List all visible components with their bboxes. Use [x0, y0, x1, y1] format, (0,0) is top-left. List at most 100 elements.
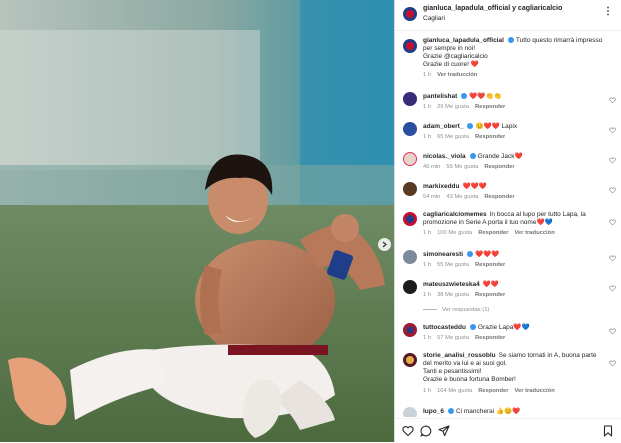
chevron-right-icon: [382, 241, 387, 248]
avatar[interactable]: [403, 212, 417, 226]
comment-likes[interactable]: 164 Me gusta: [437, 388, 472, 394]
heart-icon[interactable]: [609, 285, 616, 292]
comment-meta: 1 h 100 Me gusta Responder Ver traducción: [423, 230, 561, 236]
translate-link[interactable]: Ver traducción: [437, 72, 477, 78]
comment-body: ❤️❤️❤️: [475, 251, 500, 258]
post-author[interactable]: gianluca_lapadula_official y cagliarical…: [423, 5, 562, 12]
comment-body: Ci mancherai 👍😊❤️: [455, 408, 521, 415]
reply-button[interactable]: Responder: [478, 388, 508, 394]
comment-author[interactable]: tuttocasteddu: [423, 324, 466, 331]
comment-time: 1 h: [423, 388, 432, 394]
post-actions-bar: [395, 418, 621, 443]
comment-author[interactable]: adam_obert_: [423, 123, 463, 130]
reply-button[interactable]: Responder: [475, 262, 505, 268]
comment-text: nicolas._viola Grande Jack❤️: [423, 153, 603, 161]
comment-text: cagliaricalciomemes In bocca al lupo per …: [423, 211, 603, 227]
verified-badge-icon: [467, 251, 474, 257]
heart-icon[interactable]: [609, 219, 616, 226]
replies-divider: [423, 308, 437, 310]
comment-body: ❤️❤️❤️: [462, 183, 487, 190]
heart-icon[interactable]: [609, 255, 616, 262]
view-replies-button[interactable]: Ver respuestas (1): [423, 307, 489, 313]
caption-line2: Grazie @cagliaricalcio: [423, 53, 488, 60]
avatar[interactable]: [403, 122, 417, 136]
heart-icon[interactable]: [609, 127, 616, 134]
reply-button[interactable]: Responder: [475, 104, 505, 110]
verified-badge-icon: [447, 408, 454, 414]
avatar[interactable]: [403, 92, 417, 106]
comment-text: lupo_6 Ci mancherai 👍😊❤️: [423, 408, 603, 416]
caption-author[interactable]: gianluca_lapadula_official: [423, 37, 504, 44]
avatar[interactable]: [403, 152, 417, 166]
comment-body: ❤️❤️: [482, 281, 499, 288]
comment-likes[interactable]: 59 Me gusta: [446, 164, 478, 170]
heart-icon[interactable]: [609, 97, 616, 104]
avatar[interactable]: [403, 323, 417, 337]
next-image-button[interactable]: [378, 238, 391, 251]
bookmark-icon[interactable]: [602, 425, 614, 437]
comment-time: 1 h: [423, 104, 432, 110]
comment-body: 😊❤️❤️ Lapix: [475, 123, 518, 130]
comment-author[interactable]: lupo_6: [423, 408, 444, 415]
comment-likes[interactable]: 57 Me gusta: [437, 335, 469, 341]
comment-likes[interactable]: 65 Me gusta: [437, 134, 469, 140]
reply-button[interactable]: Responder: [484, 164, 514, 170]
share-icon[interactable]: [438, 425, 450, 437]
comment-time: 54 min: [423, 194, 441, 200]
comment-author[interactable]: mateuszwieteska4: [423, 281, 480, 288]
comment-time: 1 h: [423, 262, 432, 268]
avatar[interactable]: [403, 182, 417, 196]
post-location[interactable]: Cagliari: [423, 15, 445, 22]
heart-icon[interactable]: [609, 328, 616, 335]
comment-body-line3: Grazie e buona fortuna Bomber!: [423, 376, 516, 383]
comment-likes[interactable]: 29 Me gusta: [437, 104, 469, 110]
caption-line3: Grazie di cuore! ❤️: [423, 61, 479, 68]
heart-icon[interactable]: [609, 187, 616, 194]
comment-meta: 1 h 29 Me gusta Responder: [423, 104, 511, 110]
comment-author[interactable]: markixeddu: [423, 183, 460, 190]
heart-icon[interactable]: [609, 157, 616, 164]
avatar[interactable]: [403, 407, 417, 417]
post-header: gianluca_lapadula_official y cagliarical…: [395, 0, 621, 31]
comments-list[interactable]: gianluca_lapadula_official Tutto questo r…: [395, 31, 621, 417]
translate-link[interactable]: Ver traducción: [514, 230, 554, 236]
post-photo-illustration: [0, 0, 394, 442]
comment-likes[interactable]: 100 Me gusta: [437, 230, 472, 236]
comment-likes[interactable]: 43 Me gusta: [446, 194, 478, 200]
comment-likes[interactable]: 38 Me gusta: [437, 292, 469, 298]
comment-body: Grazie Lapa❤️💙: [477, 324, 530, 331]
comment-meta: 1 h 38 Me gusta Responder: [423, 292, 511, 298]
comment-author[interactable]: simonearesti: [423, 251, 463, 258]
comment-meta: 46 min 59 Me gusta Responder: [423, 164, 521, 170]
comment-text: storie_analisi_rossoblu Se siamo tornati …: [423, 352, 603, 384]
verified-badge-icon: [461, 93, 468, 99]
comment-time: 1 h: [423, 335, 432, 341]
reply-button[interactable]: Responder: [475, 134, 505, 140]
comment-text: markixeddu ❤️❤️❤️: [423, 183, 603, 191]
avatar[interactable]: [403, 39, 417, 53]
comment-icon[interactable]: [420, 425, 432, 437]
comment-likes[interactable]: 55 Me gusta: [437, 262, 469, 268]
comment-text: adam_obert_ 😊❤️❤️ Lapix: [423, 123, 603, 131]
comment-author[interactable]: storie_analisi_rossoblu: [423, 352, 496, 359]
instagram-post-view: gianluca_lapadula_official y cagliarical…: [0, 0, 621, 442]
heart-icon[interactable]: [609, 360, 616, 367]
avatar[interactable]: [403, 250, 417, 264]
post-photo[interactable]: [0, 0, 394, 442]
translate-link[interactable]: Ver traducción: [514, 388, 554, 394]
reply-button[interactable]: Responder: [475, 335, 505, 341]
heart-icon[interactable]: [402, 425, 414, 437]
reply-button[interactable]: Responder: [475, 292, 505, 298]
more-dots-icon[interactable]: ⋮: [603, 5, 613, 19]
verified-badge-icon: [467, 123, 474, 129]
reply-button[interactable]: Responder: [484, 194, 514, 200]
reply-button[interactable]: Responder: [478, 230, 508, 236]
avatar[interactable]: [403, 280, 417, 294]
comment-text: pantelishat ❤️❤️👏👏: [423, 93, 603, 101]
avatar[interactable]: [403, 353, 417, 367]
avatar[interactable]: [403, 7, 417, 21]
comment-author[interactable]: cagliaricalciomemes: [423, 211, 487, 218]
comment-author[interactable]: pantelishat: [423, 93, 457, 100]
comment-author[interactable]: nicolas._viola: [423, 153, 466, 160]
view-replies-label: Ver respuestas (1): [442, 307, 490, 313]
